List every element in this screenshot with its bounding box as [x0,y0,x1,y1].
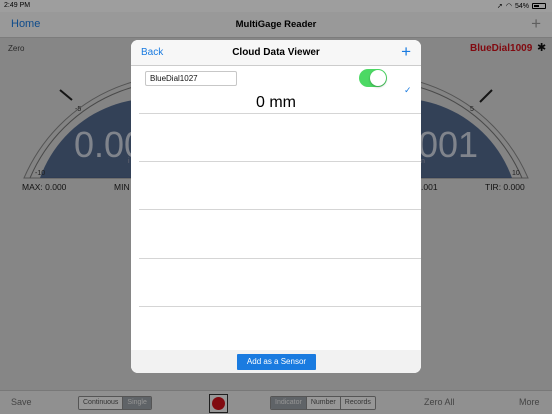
cloud-data-viewer-modal: Back Cloud Data Viewer + BlueDial1027 ✓ … [131,40,421,373]
empty-row [139,210,421,259]
add-as-sensor-button[interactable]: Add as a Sensor [237,354,316,370]
add-icon[interactable]: + [401,42,411,62]
empty-row [139,162,421,210]
modal-title: Cloud Data Viewer [232,47,320,58]
empty-row [139,114,421,162]
modal-header: Back Cloud Data Viewer + [131,40,421,66]
sensor-row[interactable] [139,66,421,114]
empty-row [139,259,421,307]
empty-row [139,307,421,350]
